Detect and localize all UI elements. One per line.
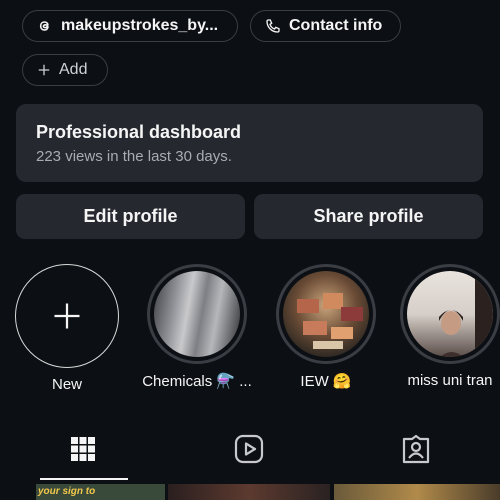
portrait-photo	[407, 271, 493, 357]
tab-tagged[interactable]	[333, 420, 499, 478]
add-link-label: Add	[59, 61, 88, 78]
makeup-kit-photo	[283, 271, 369, 357]
phone-icon	[266, 19, 280, 33]
highlight-iew[interactable]: IEW 🤗	[274, 264, 378, 390]
grid-icon	[71, 437, 95, 461]
active-tab-indicator	[40, 478, 128, 480]
highlight-chemicals[interactable]: Chemicals ⚗️ ...	[132, 264, 262, 390]
plus-icon	[38, 64, 50, 76]
threads-link-chip[interactable]: makeupstrokes_by...	[22, 10, 238, 42]
edit-profile-label: Edit profile	[83, 206, 178, 226]
contact-info-label: Contact info	[289, 17, 383, 34]
tab-posts-grid[interactable]	[0, 420, 166, 478]
highlight-new[interactable]: New	[15, 264, 119, 393]
add-link-chip[interactable]: Add	[22, 54, 108, 86]
post-thumbnail[interactable]: your sign to	[36, 484, 165, 500]
post-thumbnail[interactable]	[168, 484, 330, 500]
highlight-cover	[400, 264, 500, 364]
contact-info-chip[interactable]: Contact info	[250, 10, 401, 42]
share-profile-label: Share profile	[313, 206, 424, 226]
tagged-icon	[402, 434, 430, 464]
plus-icon	[54, 303, 80, 329]
highlight-label: New	[51, 376, 82, 393]
highlight-miss-uni[interactable]: miss uni tran	[400, 264, 500, 389]
highlight-cover	[147, 264, 247, 364]
reels-icon	[234, 434, 264, 464]
professional-dashboard-card[interactable]: Professional dashboard 223 views in the …	[16, 104, 483, 182]
new-highlight-circle[interactable]	[15, 264, 119, 368]
portrait-illustration	[439, 271, 493, 357]
post-thumbnail[interactable]	[334, 484, 500, 500]
hair-photo	[154, 271, 240, 357]
profile-tab-bar	[0, 420, 500, 480]
highlight-label: miss uni tran	[407, 372, 493, 389]
palette-illustration	[297, 293, 363, 349]
dashboard-subtitle: 223 views in the last 30 days.	[36, 148, 232, 165]
thumbnail-caption: your sign to	[38, 486, 96, 497]
threads-link-label: makeupstrokes_by...	[61, 17, 219, 34]
posts-grid: your sign to	[0, 484, 500, 500]
highlight-cover	[276, 264, 376, 364]
share-profile-button[interactable]: Share profile	[254, 194, 483, 239]
edit-profile-button[interactable]: Edit profile	[16, 194, 245, 239]
highlight-label: IEW 🤗	[300, 373, 352, 390]
dashboard-title: Professional dashboard	[36, 122, 242, 142]
highlight-label: Chemicals ⚗️ ...	[142, 373, 252, 390]
threads-icon	[39, 21, 49, 31]
tab-reels[interactable]	[166, 420, 332, 478]
